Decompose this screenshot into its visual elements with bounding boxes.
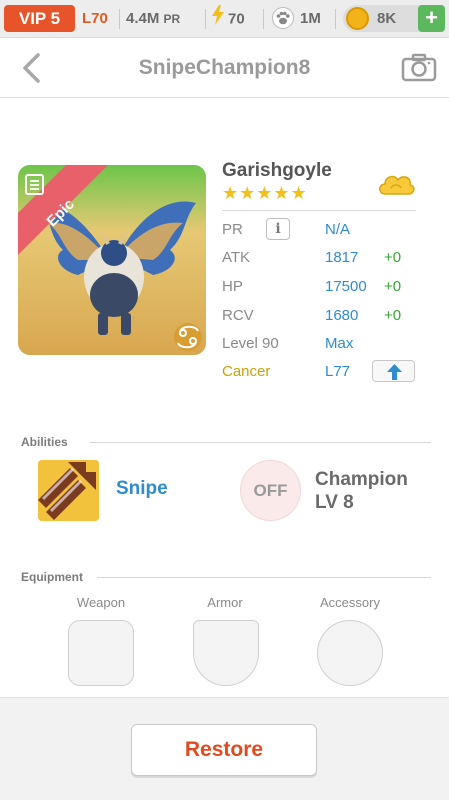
- star-rating: ★★★★★: [222, 183, 308, 203]
- zodiac-level: L77: [325, 363, 351, 380]
- divider: [90, 442, 431, 443]
- chevron-left-icon: [23, 53, 40, 83]
- power-value: 4.4M: [126, 10, 160, 27]
- weapon-label: Weapon: [76, 595, 126, 610]
- stat-label: RCV: [222, 307, 254, 324]
- coin-icon: [346, 7, 369, 30]
- divider: [119, 9, 120, 29]
- stat-row-level: Level 90 Max: [222, 332, 422, 356]
- armor-slot[interactable]: [193, 620, 259, 686]
- armor-label: Armor: [207, 595, 243, 610]
- monster-portrait[interactable]: Epic: [18, 165, 206, 355]
- upgrade-button[interactable]: [372, 360, 415, 382]
- restore-button[interactable]: Restore: [131, 724, 317, 776]
- ability-name[interactable]: Snipe: [116, 478, 168, 500]
- monster-name: Garishgoyle: [222, 160, 332, 181]
- accessory-label: Accessory: [320, 595, 380, 610]
- stat-label: Level 90: [222, 335, 279, 352]
- stat-bonus: +0: [384, 307, 402, 324]
- stat-row-hp: HP 17500 +0: [222, 275, 422, 299]
- stat-value: 17500: [325, 278, 367, 295]
- add-coins-button[interactable]: +: [418, 5, 445, 32]
- accessory-slot[interactable]: [317, 620, 383, 686]
- abilities-section-title: Abilities: [21, 435, 68, 449]
- power-unit: PR: [163, 12, 181, 26]
- divider: [222, 210, 416, 211]
- info-button[interactable]: i: [266, 218, 290, 240]
- coin-value: 8K: [377, 10, 397, 27]
- stat-bonus: +0: [384, 249, 402, 266]
- stat-value: Max: [325, 335, 354, 352]
- stat-label: HP: [222, 278, 243, 295]
- stat-value: 1817: [325, 249, 359, 266]
- page-header: SnipeChampion8: [0, 38, 449, 98]
- stat-row-rcv: RCV 1680 +0: [222, 304, 422, 328]
- footer-bar: Restore: [0, 697, 449, 800]
- paw-value: 1M: [300, 10, 321, 27]
- stat-value: 1680: [325, 307, 359, 324]
- champion-level: Champion LV 8: [315, 468, 408, 514]
- champion-level-value: LV 8: [315, 492, 354, 513]
- arrow-up-icon: [387, 364, 402, 380]
- paw-icon: [272, 7, 294, 30]
- camera-button[interactable]: [401, 52, 437, 82]
- stat-bonus: +0: [384, 278, 402, 295]
- divider: [97, 577, 431, 578]
- energy-value: 70: [228, 10, 245, 28]
- divider: [263, 9, 264, 29]
- back-button[interactable]: [20, 52, 44, 84]
- zodiac-label: Cancer: [222, 363, 271, 380]
- camera-icon: [401, 53, 437, 82]
- stat-row-atk: ATK 1817 +0: [222, 246, 422, 270]
- player-power: 4.4M PR: [126, 5, 180, 32]
- vip-badge[interactable]: VIP 5: [4, 5, 75, 32]
- player-level: L70: [82, 10, 108, 27]
- snipe-ability-icon[interactable]: [38, 460, 99, 521]
- coin-counter[interactable]: 8K +: [343, 5, 445, 32]
- stat-row-pr: PR i N/A: [222, 218, 422, 242]
- champion-label: Champion: [315, 469, 408, 490]
- paw-counter[interactable]: 1M: [272, 5, 321, 32]
- page-title: SnipeChampion8: [138, 56, 311, 79]
- weapon-slot[interactable]: [68, 620, 134, 686]
- stat-label: PR: [222, 221, 243, 238]
- book-icon: [26, 175, 43, 194]
- lightning-icon: [212, 5, 224, 34]
- status-bar: VIP 5 L70 4.4M PR 70 1M 8K +: [0, 0, 449, 38]
- divider: [205, 9, 206, 29]
- stat-label: ATK: [222, 249, 251, 266]
- stat-row-sign: Cancer L77: [222, 360, 422, 384]
- equipment-section-title: Equipment: [21, 570, 83, 584]
- stat-value: N/A: [325, 221, 351, 238]
- cloud-element-icon: [377, 170, 415, 198]
- energy-counter[interactable]: 70: [212, 5, 245, 32]
- divider: [335, 9, 336, 29]
- champion-off-toggle[interactable]: OFF: [240, 460, 301, 521]
- cancer-zodiac-icon: [174, 323, 202, 351]
